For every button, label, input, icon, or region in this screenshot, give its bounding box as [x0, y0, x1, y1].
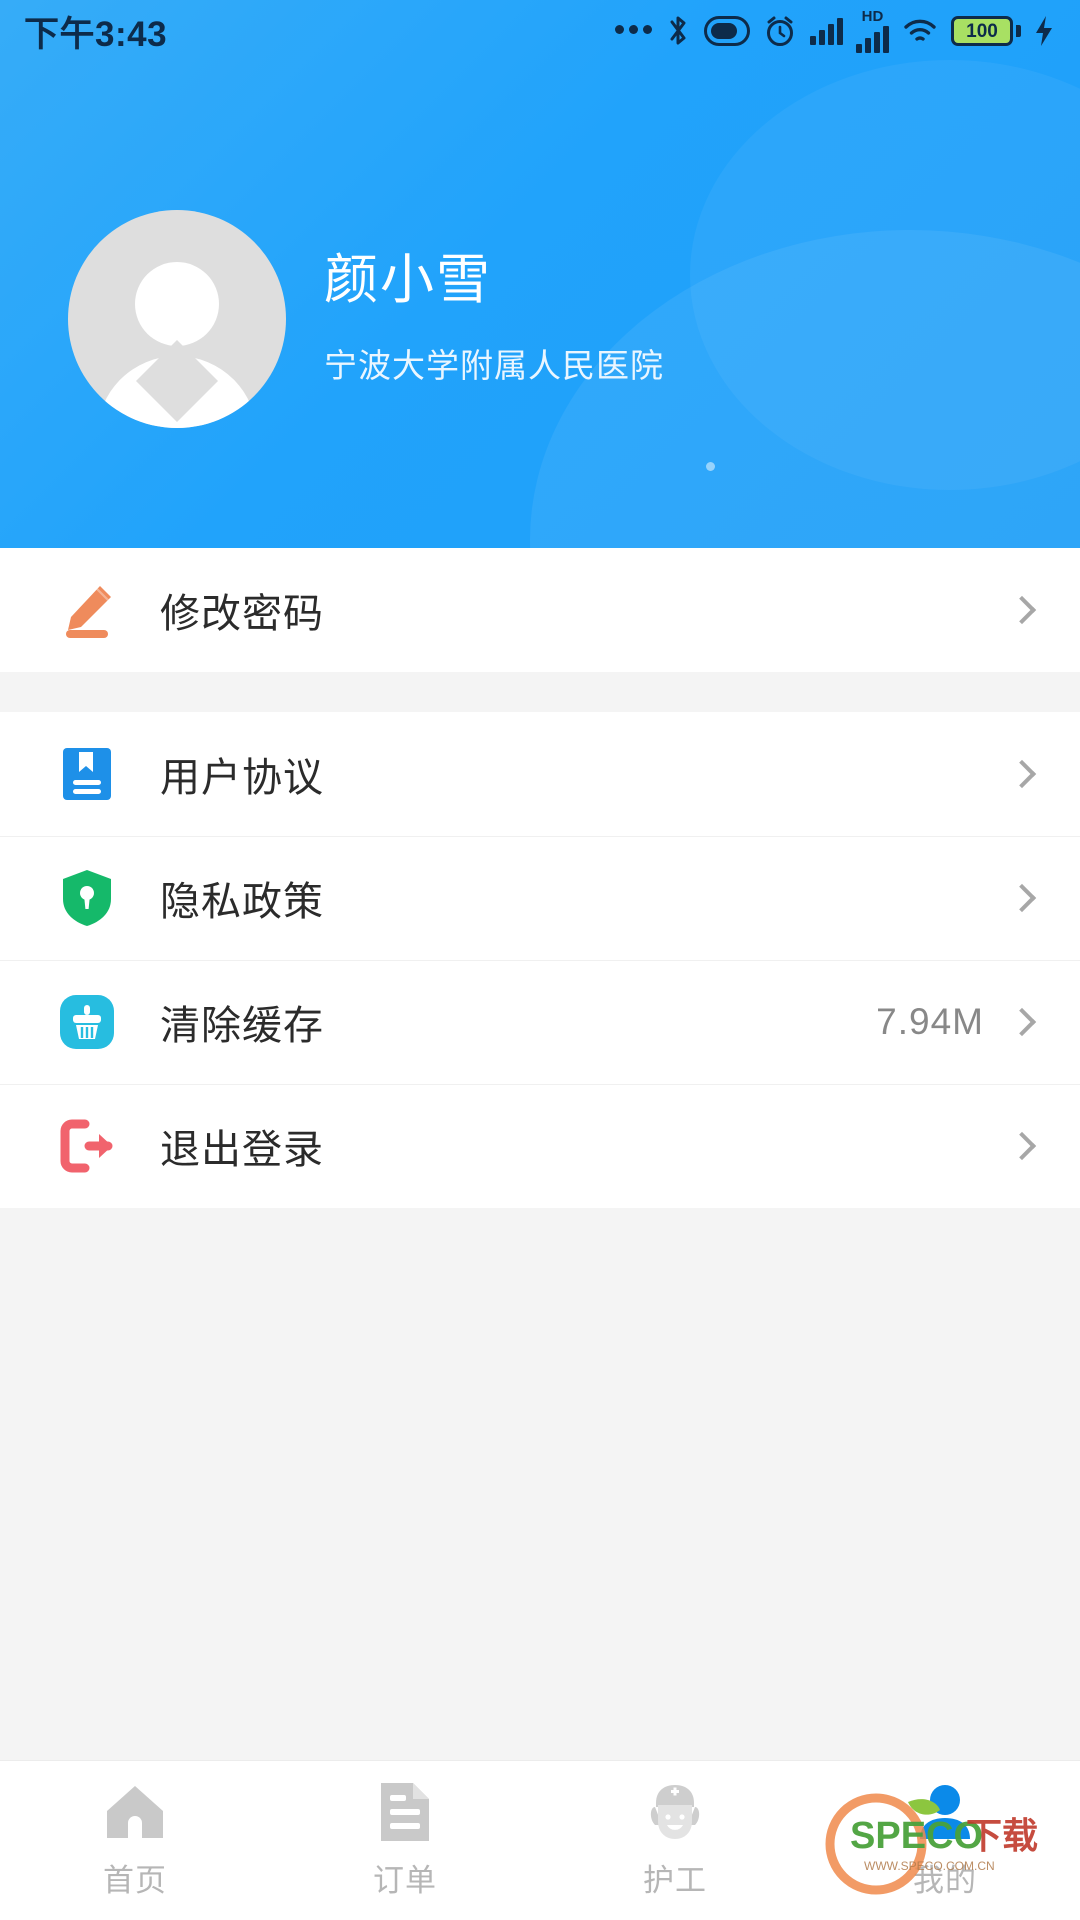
charging-bolt-icon: [1034, 15, 1054, 47]
status-icon-group: HD 100: [615, 9, 1054, 53]
document-agreement-icon: [56, 743, 118, 805]
tab-label: 首页: [103, 1863, 167, 1898]
tab-home[interactable]: 首页: [0, 1761, 270, 1920]
broom-clean-icon: [56, 991, 118, 1053]
row-logout[interactable]: 退出登录: [0, 1084, 1080, 1208]
chevron-right-icon: [1007, 883, 1037, 913]
home-icon: [104, 1781, 166, 1843]
logout-arrow-icon: [56, 1115, 118, 1177]
tab-caregiver[interactable]: 护工: [540, 1761, 810, 1920]
chevron-right-icon: [1007, 1131, 1037, 1161]
signal-bars-icon: [810, 17, 843, 45]
hd-signal-bars-icon: HD: [856, 9, 889, 53]
nurse-icon: [644, 1781, 706, 1843]
orders-doc-icon: [374, 1781, 436, 1843]
row-label: 隐私政策: [160, 880, 324, 924]
settings-group-general: 用户协议 隐私政策 清除缓存 7.94M 退出登录: [0, 712, 1080, 1208]
header-decoration-dot: [706, 462, 715, 471]
empty-space: [0, 1208, 1080, 1760]
user-name: 颜小雪: [324, 250, 492, 311]
battery-icon: 100: [951, 16, 1021, 46]
row-change-password[interactable]: 修改密码: [0, 548, 1080, 672]
profile-header: 颜小雪 宁波大学附属人民医院: [0, 0, 1080, 548]
profile-text: 颜小雪 宁波大学附属人民医院: [324, 250, 664, 386]
section-divider: [0, 672, 1080, 712]
bottom-tab-bar: 首页 订单 护工 我的: [0, 1760, 1080, 1920]
phone-screen: 颜小雪 宁波大学附属人民医院 下午3:43 HD 100 修改密码 用户协议 隐…: [0, 0, 1080, 1920]
cache-size-value: 7.94M: [876, 1001, 984, 1042]
battery-level: 100: [966, 20, 998, 42]
settings-list: 修改密码 用户协议 隐私政策 清除缓存 7.94M 退出登录: [0, 548, 1080, 1760]
settings-group-account: 修改密码: [0, 548, 1080, 672]
row-label: 清除缓存: [160, 1004, 324, 1048]
status-bar: 下午3:43 HD 100: [0, 0, 1080, 62]
avatar-head-shape: [135, 262, 219, 346]
bluetooth-icon: [665, 14, 691, 48]
more-dots-icon: [615, 24, 652, 38]
shield-lock-icon: [56, 867, 118, 929]
row-label: 退出登录: [160, 1128, 324, 1172]
row-label: 用户协议: [160, 756, 324, 800]
pencil-edit-icon: [56, 579, 118, 641]
tab-mine[interactable]: 我的: [810, 1761, 1080, 1920]
chevron-right-icon: [1007, 1007, 1037, 1037]
tab-label: 订单: [373, 1863, 437, 1898]
profile-block[interactable]: 颜小雪 宁波大学附属人民医院: [68, 210, 664, 428]
tab-label: 护工: [643, 1863, 707, 1898]
row-privacy-policy[interactable]: 隐私政策: [0, 836, 1080, 960]
wifi-icon: [902, 16, 938, 46]
chevron-right-icon: [1007, 759, 1037, 789]
row-clear-cache[interactable]: 清除缓存 7.94M: [0, 960, 1080, 1084]
avatar[interactable]: [68, 210, 286, 428]
hd-label: HD: [861, 8, 884, 25]
vpn-pill-icon: [704, 16, 750, 46]
tab-orders[interactable]: 订单: [270, 1761, 540, 1920]
person-profile-icon: [914, 1781, 976, 1843]
battery-cap: [1016, 25, 1021, 37]
organization-name: 宁波大学附属人民医院: [324, 346, 664, 384]
tab-label: 我的: [913, 1863, 977, 1898]
chevron-right-icon: [1007, 595, 1037, 625]
alarm-clock-icon: [763, 14, 797, 48]
row-user-agreement[interactable]: 用户协议: [0, 712, 1080, 836]
status-time: 下午3:43: [24, 14, 168, 54]
row-label: 修改密码: [160, 592, 324, 636]
